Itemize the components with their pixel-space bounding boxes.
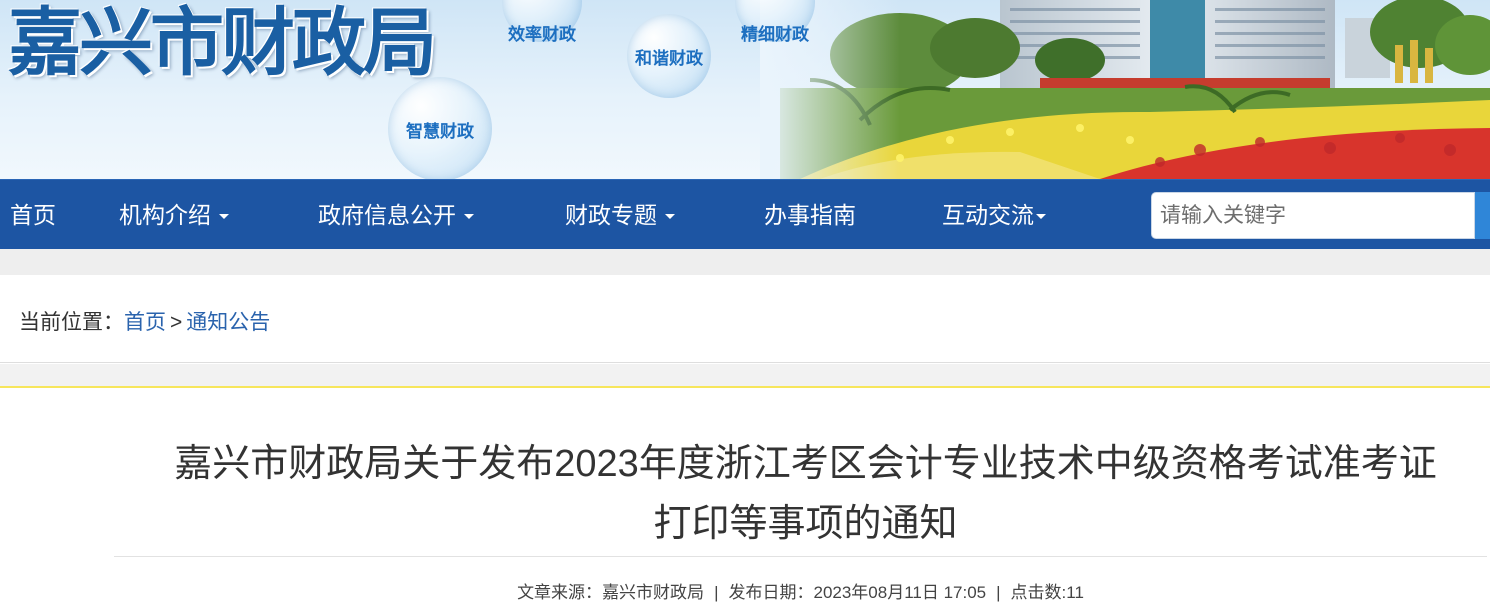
title-divider [114, 556, 1487, 557]
article: 嘉兴市财政局关于发布2023年度浙江考区会计专业技术中级资格考试准考证 打印等事… [114, 390, 1487, 611]
breadcrumb-bar: 当前位置：首页 > 通知公告 [0, 275, 1490, 363]
nav-item-finance-topics[interactable]: 财政专题 [565, 180, 675, 250]
nav-item-label: 办事指南 [764, 202, 856, 228]
bubble-label: 效率财政 [508, 24, 576, 44]
main-nav: 首页 机构介绍 政府信息公开 财政专题 办事指南 互动交流 [0, 179, 1490, 249]
breadcrumb-prefix: 当前位置： [19, 311, 124, 334]
meta-separator: | [996, 583, 1001, 602]
spacer-band [0, 249, 1490, 275]
article-title-line: 嘉兴市财政局关于发布2023年度浙江考区会计专业技术中级资格考试准考证 [174, 443, 1437, 485]
breadcrumb: 当前位置：首页 > 通知公告 [19, 306, 270, 336]
bubble-badge: 智慧财政 [388, 77, 492, 179]
source-label: 文章来源： [517, 583, 603, 602]
nav-item-label: 机构介绍 [119, 202, 211, 228]
date-value: 2023年08月11日 17:05 [813, 583, 987, 602]
bubble-label: 智慧财政 [406, 121, 474, 141]
article-title: 嘉兴市财政局关于发布2023年度浙江考区会计专业技术中级资格考试准考证 打印等事… [114, 434, 1487, 554]
caret-down-icon [1036, 214, 1046, 220]
nav-item-label: 互动交流 [942, 202, 1034, 228]
date-label: 发布日期： [728, 583, 814, 602]
nav-item-home[interactable]: 首页 [10, 180, 56, 250]
spacer-band [0, 364, 1490, 388]
meta-separator: | [714, 583, 719, 602]
breadcrumb-separator: > [170, 311, 183, 334]
nav-item-service-guide[interactable]: 办事指南 [764, 180, 856, 250]
search-button[interactable] [1475, 192, 1490, 239]
site-banner: 嘉兴市财政局 效率财政 精细财政 和谐财政 智慧财政 [0, 0, 1490, 179]
site-logo[interactable]: 嘉兴市财政局 [8, 6, 437, 80]
breadcrumb-home-link[interactable]: 首页 [124, 311, 166, 334]
nav-item-institution[interactable]: 机构介绍 [119, 180, 229, 250]
bubble-badge: 精细财政 [735, 0, 815, 44]
nav-item-label: 政府信息公开 [318, 202, 456, 228]
nav-item-label: 财政专题 [565, 202, 657, 228]
caret-down-icon [464, 214, 474, 220]
caret-down-icon [219, 214, 229, 220]
source-value: 嘉兴市财政局 [602, 583, 705, 602]
clicks-value: 11 [1066, 583, 1084, 602]
bubble-badge: 效率财政 [502, 0, 582, 44]
bubble-badge: 和谐财政 [627, 14, 711, 98]
bubble-label: 精细财政 [741, 24, 809, 44]
breadcrumb-current-link[interactable]: 通知公告 [186, 311, 270, 334]
nav-item-gov-info[interactable]: 政府信息公开 [318, 180, 474, 250]
article-meta: 文章来源：嘉兴市财政局 | 发布日期：2023年08月11日 17:05 | 点击数:1… [114, 578, 1487, 603]
caret-down-icon [665, 214, 675, 220]
nav-item-interaction[interactable]: 互动交流 [942, 180, 1046, 250]
search-input[interactable] [1151, 192, 1475, 239]
nav-item-label: 首页 [10, 202, 56, 228]
bubble-label: 和谐财政 [635, 48, 703, 68]
clicks-label: 点击数: [1010, 583, 1067, 602]
article-title-line: 打印等事项的通知 [653, 503, 958, 545]
